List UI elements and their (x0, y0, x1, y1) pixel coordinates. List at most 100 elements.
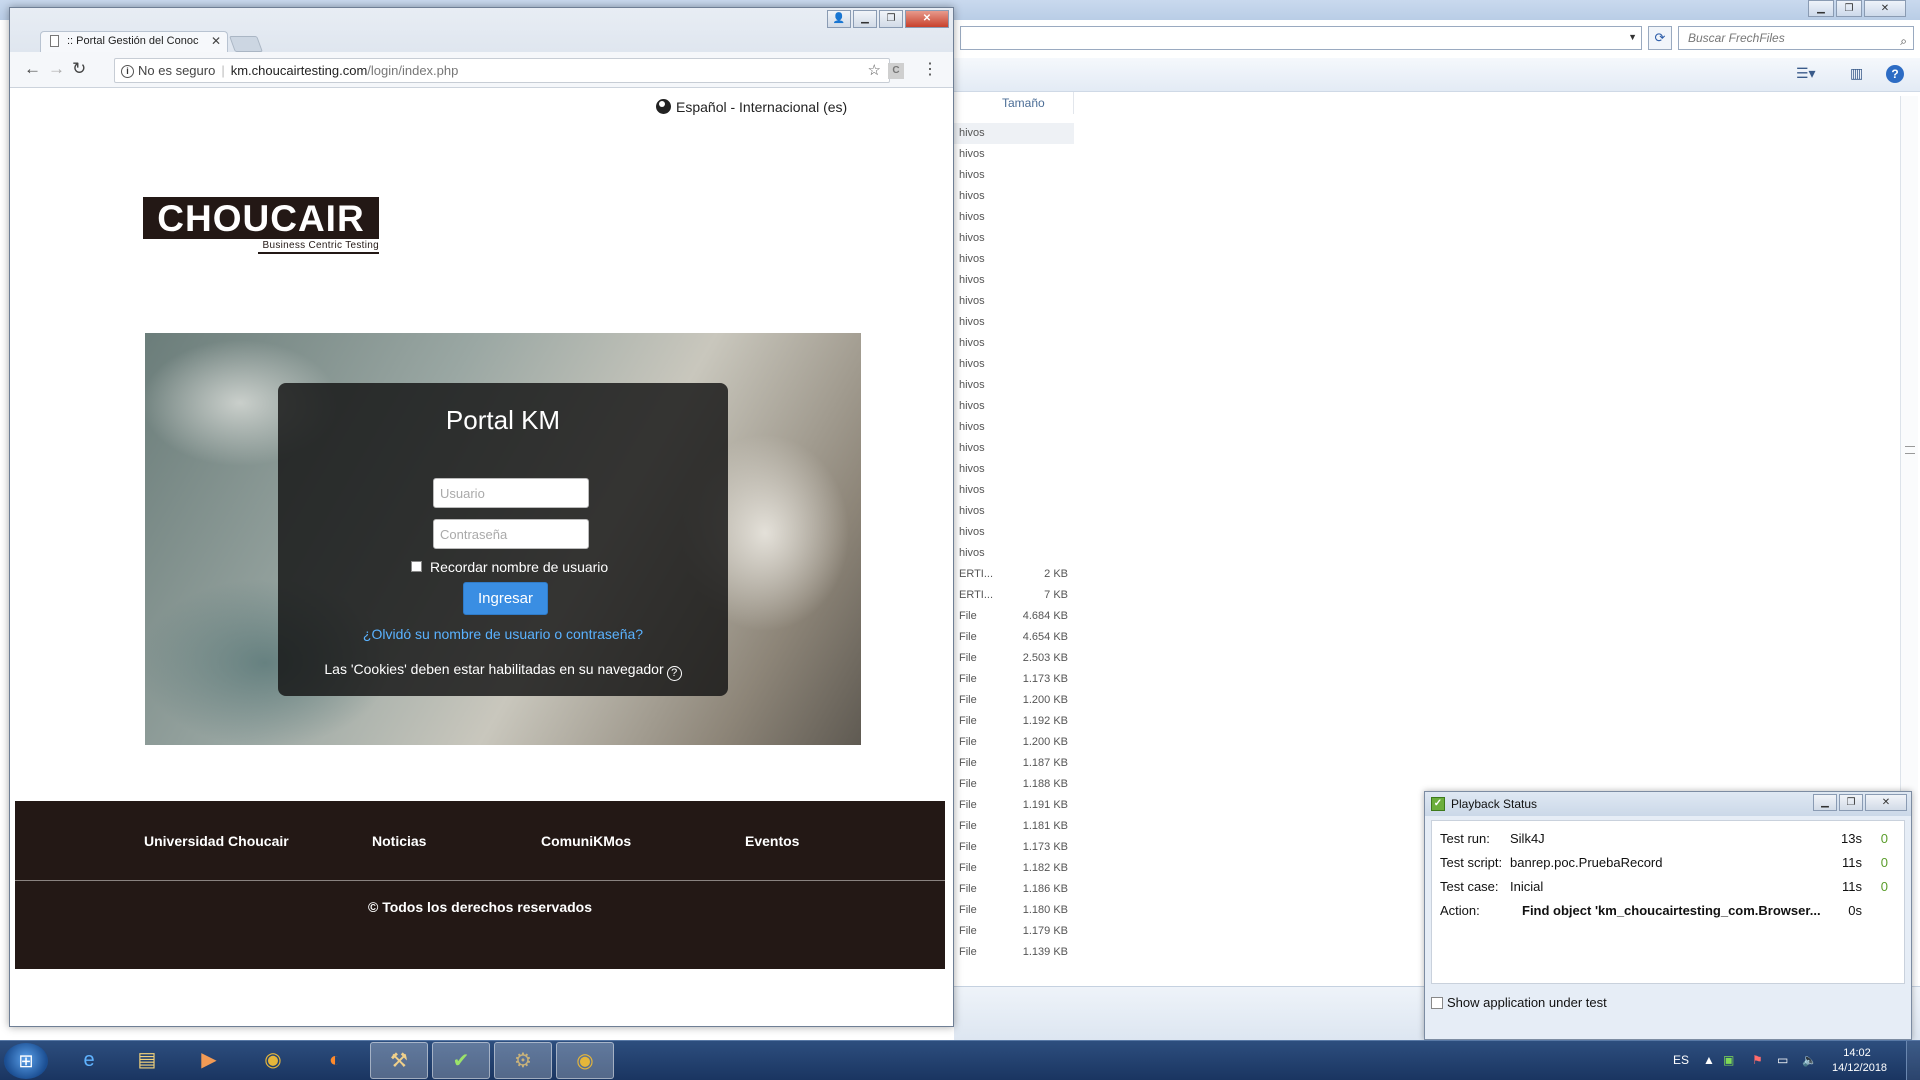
file-row[interactable]: File 4.684 KB (954, 606, 1074, 627)
help-icon[interactable]: ? (1886, 65, 1904, 83)
footer-link-eventos[interactable]: Eventos (745, 833, 799, 849)
remember-username[interactable]: Recordar nombre de usuario (411, 559, 608, 575)
silk-tray-icon[interactable]: ▣ (1723, 1053, 1734, 1067)
file-row[interactable]: File 1.192 KB (954, 711, 1074, 732)
show-application-toggle[interactable]: Show application under test (1431, 995, 1607, 1010)
preview-pane-icon[interactable]: ▥ (1850, 65, 1863, 82)
firefox-icon[interactable]: ◐ (306, 1042, 364, 1079)
file-row[interactable]: File 1.173 KB (954, 669, 1074, 690)
explorer-search-input[interactable]: Buscar FrechFiles ⌕ (1678, 26, 1914, 50)
new-tab-button[interactable] (229, 36, 263, 52)
user-icon[interactable]: 👤 (827, 10, 851, 28)
file-row[interactable]: File 1.180 KB (954, 900, 1074, 921)
file-row[interactable]: hivos (954, 144, 1074, 165)
show-desktop-button[interactable] (1906, 1041, 1920, 1080)
close-icon[interactable]: ✕ (1864, 0, 1906, 17)
file-row[interactable]: File 1.139 KB (954, 942, 1074, 963)
tab-portal-km[interactable]: :: Portal Gestión del Conoc ✕ (40, 31, 228, 52)
file-row[interactable]: ERTI... 2 KB (954, 564, 1074, 585)
file-row[interactable]: File 1.200 KB (954, 690, 1074, 711)
remember-checkbox[interactable] (411, 561, 422, 572)
bookmark-star-icon[interactable]: ☆ (868, 59, 881, 82)
show-hidden-icons-icon[interactable]: ▲ (1703, 1053, 1715, 1067)
extension-icon[interactable]: C (888, 63, 904, 79)
footer-link-comunikmos[interactable]: ComuniKMos (541, 833, 631, 849)
address-bar[interactable]: i No es seguro | km.choucairtesting.com/log… (114, 58, 890, 83)
login-button[interactable]: Ingresar (463, 582, 548, 615)
password-input[interactable] (433, 519, 589, 549)
network-icon[interactable]: ▭ (1777, 1053, 1788, 1067)
media-player-icon[interactable]: ▶ (180, 1042, 238, 1079)
minimize-icon[interactable]: ▁ (1808, 0, 1834, 17)
chrome-active-icon[interactable]: ◉ (556, 1042, 614, 1079)
file-row[interactable]: File 1.200 KB (954, 732, 1074, 753)
restore-icon[interactable]: ❐ (879, 10, 903, 28)
language-selector[interactable]: Español - Internacional (es) (656, 99, 847, 115)
file-row[interactable]: hivos (954, 396, 1074, 417)
file-row[interactable]: hivos (954, 249, 1074, 270)
refresh-icon[interactable]: ⟳ (1648, 26, 1672, 50)
forgot-password-link[interactable]: ¿Olvidó su nombre de usuario o contraseñ… (278, 626, 728, 642)
file-row[interactable]: hivos (954, 165, 1074, 186)
file-row[interactable]: hivos (954, 438, 1074, 459)
minimize-icon[interactable]: ▁ (1813, 794, 1837, 811)
view-options-icon[interactable]: ☰▾ (1796, 65, 1816, 82)
file-row[interactable]: File 1.187 KB (954, 753, 1074, 774)
file-row[interactable]: hivos (954, 417, 1074, 438)
file-row[interactable]: File 4.654 KB (954, 627, 1074, 648)
file-row[interactable]: hivos (954, 186, 1074, 207)
close-icon[interactable]: ✕ (1865, 794, 1907, 811)
forward-arrow-icon[interactable]: → (48, 59, 65, 79)
file-row[interactable]: hivos (954, 480, 1074, 501)
footer-link-noticias[interactable]: Noticias (372, 833, 426, 849)
file-row[interactable]: File 2.503 KB (954, 648, 1074, 669)
file-row[interactable]: hivos (954, 291, 1074, 312)
java-ee-ide-icon[interactable]: ⚙ (494, 1042, 552, 1079)
silk-workbench-icon[interactable]: ✔ (432, 1042, 490, 1079)
file-row[interactable]: hivos (954, 228, 1074, 249)
info-icon[interactable]: i (121, 65, 134, 79)
file-row[interactable]: hivos (954, 312, 1074, 333)
scrollbar-grip[interactable] (1905, 446, 1915, 454)
language-indicator[interactable]: ES (1673, 1053, 1689, 1067)
system-clock[interactable]: 14:02 14/12/2018 (1832, 1046, 1887, 1076)
close-icon[interactable]: ✕ (905, 10, 949, 28)
file-row[interactable]: File 1.188 KB (954, 774, 1074, 795)
file-row[interactable]: hivos (954, 333, 1074, 354)
file-row[interactable]: hivos (954, 501, 1074, 522)
file-row[interactable]: File 1.179 KB (954, 921, 1074, 942)
file-row[interactable]: hivos (954, 375, 1074, 396)
show-application-checkbox[interactable] (1431, 997, 1443, 1009)
column-header-size[interactable]: Tamaño (954, 92, 1074, 114)
help-icon[interactable]: ? (666, 666, 682, 681)
file-row[interactable]: ERTI... 7 KB (954, 585, 1074, 606)
chrome-icon[interactable]: ◉ (244, 1042, 302, 1079)
file-row[interactable]: File 1.186 KB (954, 879, 1074, 900)
dropdown-arrow-icon[interactable]: ▼ (1628, 32, 1637, 42)
start-button-icon[interactable]: ⊞ (4, 1043, 48, 1079)
search-icon[interactable]: ⌕ (1900, 30, 1907, 52)
restore-icon[interactable]: ❐ (1839, 794, 1863, 811)
volume-muted-icon[interactable]: 🔈 (1802, 1053, 1817, 1067)
file-row[interactable]: File 1.181 KB (954, 816, 1074, 837)
explorer-address-bar[interactable]: ▼ (960, 26, 1642, 50)
file-row[interactable]: hivos (954, 207, 1074, 228)
file-row[interactable]: hivos (954, 123, 1074, 144)
file-row[interactable]: hivos (954, 459, 1074, 480)
tab-close-icon[interactable]: ✕ (211, 32, 221, 51)
back-arrow-icon[interactable]: ← (24, 59, 41, 79)
username-input[interactable] (433, 478, 589, 508)
file-explorer-icon[interactable]: ▤ (118, 1042, 176, 1079)
internet-explorer-icon[interactable]: e (60, 1042, 118, 1079)
menu-icon[interactable]: ⋮ (922, 59, 938, 79)
file-row[interactable]: File 1.173 KB (954, 837, 1074, 858)
minimize-icon[interactable]: ▁ (853, 10, 877, 28)
choucair-logo[interactable]: CHOUCAIR Business Centric Testing (143, 197, 379, 257)
file-row[interactable]: hivos (954, 522, 1074, 543)
restore-icon[interactable]: ❐ (1836, 0, 1862, 17)
tools-icon[interactable]: ⚒ (370, 1042, 428, 1079)
file-row[interactable]: hivos (954, 354, 1074, 375)
file-row[interactable]: hivos (954, 270, 1074, 291)
file-row[interactable]: File 1.182 KB (954, 858, 1074, 879)
footer-link-universidad[interactable]: Universidad Choucair (144, 833, 289, 849)
